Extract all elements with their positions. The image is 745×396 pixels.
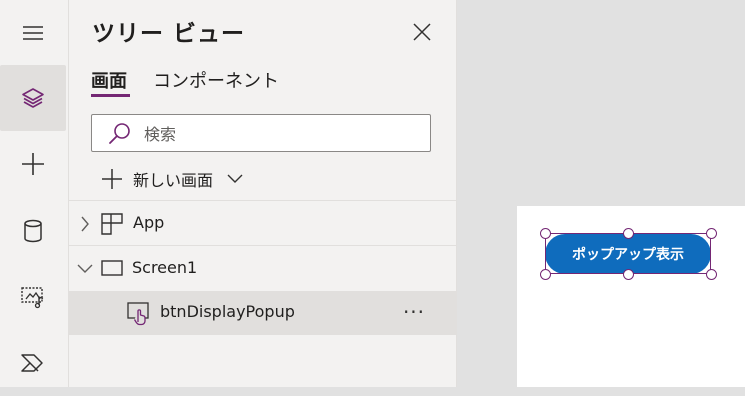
app-icon	[101, 213, 123, 235]
resize-handle-top[interactable]	[623, 228, 634, 239]
power-automate-icon	[21, 354, 43, 372]
new-screen-label: 新しい画面	[133, 171, 214, 190]
more-options-button[interactable]: ···	[399, 297, 429, 327]
new-screen-button[interactable]: 新しい画面	[101, 164, 243, 194]
plus-icon	[22, 153, 44, 175]
tree-node-screen1[interactable]: Screen1	[69, 247, 456, 291]
search-box[interactable]	[91, 114, 431, 153]
screen-canvas[interactable]: ポップアップ表示	[517, 206, 745, 387]
tab-screens[interactable]: 画面	[91, 67, 127, 93]
tree-node-label: App	[133, 213, 165, 232]
tree-view-panel: ツリー ビュー 画面 コンポーネント 新しい画面 App	[69, 0, 457, 387]
data-button[interactable]	[0, 198, 66, 264]
chevron-right-icon[interactable]	[80, 216, 90, 232]
tree-node-btn-display-popup[interactable]: btnDisplayPopup ···	[69, 291, 456, 335]
search-icon	[109, 123, 130, 144]
left-rail	[0, 0, 69, 387]
resize-handle-top-right[interactable]	[706, 228, 717, 239]
tab-components[interactable]: コンポーネント	[153, 67, 279, 93]
button-control-icon	[127, 302, 149, 326]
hamburger-menu-icon	[23, 26, 43, 40]
resize-handle-bottom-left[interactable]	[540, 269, 551, 280]
chevron-down-icon	[227, 174, 243, 183]
tree-node-app[interactable]: App	[69, 202, 456, 246]
hamburger-menu-button[interactable]	[0, 0, 66, 66]
insert-button[interactable]	[0, 131, 66, 197]
layers-icon	[22, 88, 44, 108]
plus-icon	[102, 169, 122, 189]
media-icon	[21, 287, 44, 309]
close-icon	[413, 23, 431, 41]
power-automate-button[interactable]	[0, 330, 66, 396]
tree-node-label: btnDisplayPopup	[160, 302, 295, 321]
resize-handle-bottom-right[interactable]	[706, 269, 717, 280]
selection-frame	[545, 233, 711, 274]
database-icon	[24, 219, 42, 243]
chevron-down-icon[interactable]	[77, 264, 93, 274]
tab-selected-indicator	[91, 94, 130, 97]
divider	[69, 200, 456, 201]
media-button[interactable]	[0, 264, 66, 330]
search-input[interactable]	[142, 115, 426, 153]
panel-title: ツリー ビュー	[92, 21, 246, 47]
resize-handle-top-left[interactable]	[540, 228, 551, 239]
tree-view-button[interactable]	[0, 65, 66, 131]
close-panel-button[interactable]	[407, 17, 437, 47]
divider	[69, 245, 456, 246]
tree-node-label: Screen1	[132, 258, 198, 277]
resize-handle-bottom[interactable]	[623, 269, 634, 280]
screen-icon	[101, 260, 123, 276]
